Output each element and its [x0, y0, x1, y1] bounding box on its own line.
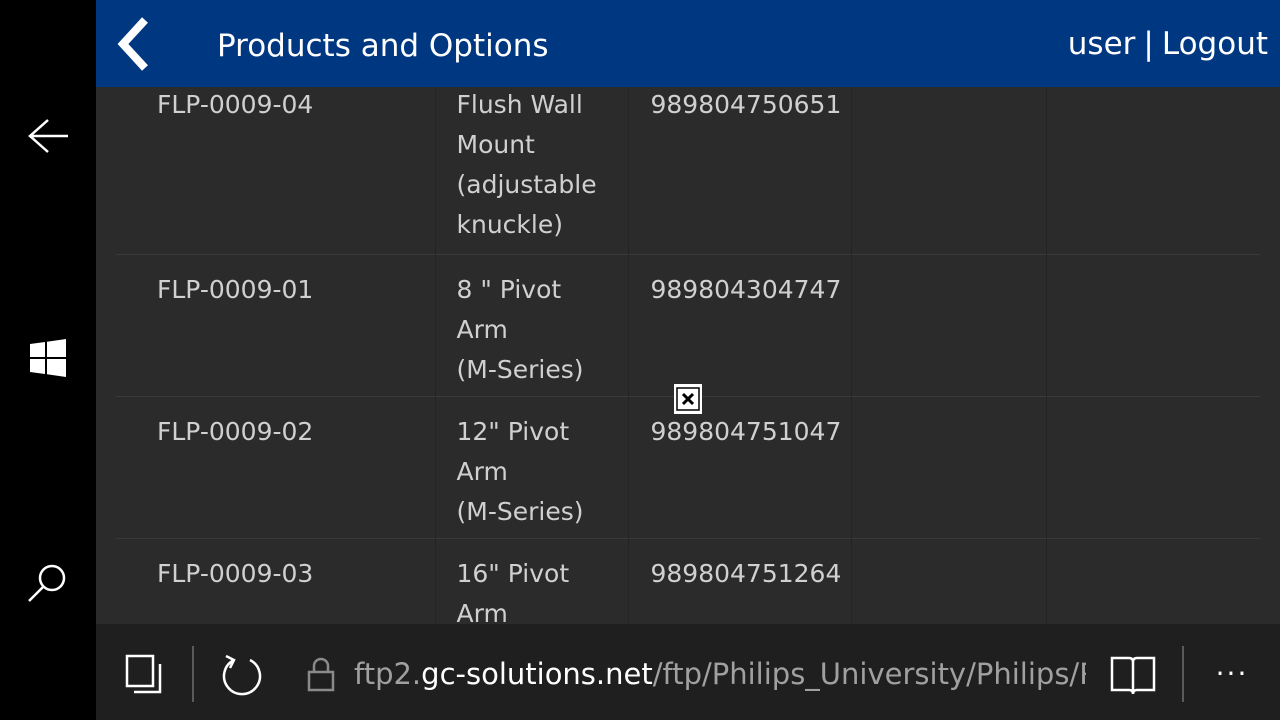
page-title: Products and Options [217, 28, 549, 64]
reading-view-icon [1110, 656, 1156, 695]
user-link[interactable]: user [1068, 26, 1136, 62]
user-separator: | [1143, 26, 1154, 62]
toolbar-divider [192, 646, 194, 702]
empty-cell [1046, 87, 1260, 254]
address-url[interactable]: ftp2.gc-solutions.net/ftp/Philips_Univer… [354, 652, 1086, 696]
description-line: 8 " Pivot [456, 274, 562, 304]
more-button[interactable]: ··· [1210, 654, 1254, 694]
part-number: FLP-0009-03 [116, 538, 436, 624]
product-code: 989804750651 [650, 90, 842, 119]
description-line: Arm [456, 456, 508, 486]
refresh-icon [222, 654, 262, 696]
empty-cell [1046, 396, 1260, 538]
products-table: FLP-0009-04 Flush Wall Mount (adjustable… [116, 87, 1260, 624]
empty-cell [1046, 538, 1260, 624]
browser-address-bar: ftp2.gc-solutions.net/ftp/Philips_Univer… [96, 624, 1280, 720]
table-row: FLP-0009-04 Flush Wall Mount (adjustable… [116, 87, 1260, 254]
user-area: user | Logout [1068, 22, 1268, 66]
broken-image-icon[interactable] [674, 384, 702, 414]
empty-cell [1046, 254, 1260, 396]
url-domain: gc-solutions.net [421, 657, 653, 691]
description-line: (adjustable [456, 170, 597, 199]
windows-logo-icon [30, 339, 66, 377]
url-path: /ftp/Philips_University/Philips/Row_ [652, 657, 1086, 691]
empty-cell [851, 396, 1047, 538]
system-start-button[interactable] [0, 310, 96, 406]
system-nav-bar [0, 0, 96, 720]
description-line: (M-Series) [456, 354, 584, 384]
description-line: Arm [456, 598, 508, 625]
description-line: knuckle) [456, 210, 563, 239]
web-page: Products and Options user | Logout FLP-000… [96, 0, 1280, 624]
search-icon [28, 564, 66, 602]
description-line: 12" Pivot [456, 416, 570, 446]
description-line: Arm [456, 314, 508, 344]
product-code: 989804751047 [628, 396, 852, 538]
table-row: FLP-0009-01 8 " Pivot Arm (M-Series) 989… [116, 254, 1260, 396]
product-code: 989804304747 [628, 254, 852, 396]
table-row: FLP-0009-03 16" Pivot Arm 989804751264 [116, 538, 1260, 624]
part-number: FLP-0009-01 [116, 254, 436, 396]
description-line: (M-Series) [456, 496, 584, 526]
header-back-button[interactable] [112, 14, 156, 74]
system-back-button[interactable] [0, 88, 96, 184]
reading-view-button[interactable] [1108, 652, 1158, 696]
empty-cell [851, 254, 1047, 396]
empty-cell [851, 87, 1047, 254]
chevron-left-icon [117, 17, 148, 71]
part-number: FLP-0009-02 [116, 396, 436, 538]
logout-link[interactable]: Logout [1162, 26, 1268, 62]
tabs-icon [125, 654, 162, 694]
tabs-button[interactable] [124, 654, 164, 694]
arrow-left-icon [28, 119, 68, 153]
page-header: Products and Options user | Logout [96, 0, 1280, 87]
url-prefix: ftp2. [354, 657, 422, 691]
part-number: FLP-0009-04 [157, 90, 314, 119]
table-row: FLP-0009-02 12" Pivot Arm (M-Series) 989… [116, 396, 1260, 538]
description-line: 16" Pivot [456, 558, 570, 588]
description-line: Mount [456, 130, 535, 159]
toolbar-divider [1182, 646, 1184, 702]
empty-cell [851, 538, 1047, 624]
system-search-button[interactable] [0, 535, 96, 631]
description-line: Flush Wall [456, 90, 583, 119]
lock-icon [306, 656, 336, 692]
product-code: 989804751264 [628, 538, 852, 624]
refresh-button[interactable] [220, 652, 264, 696]
